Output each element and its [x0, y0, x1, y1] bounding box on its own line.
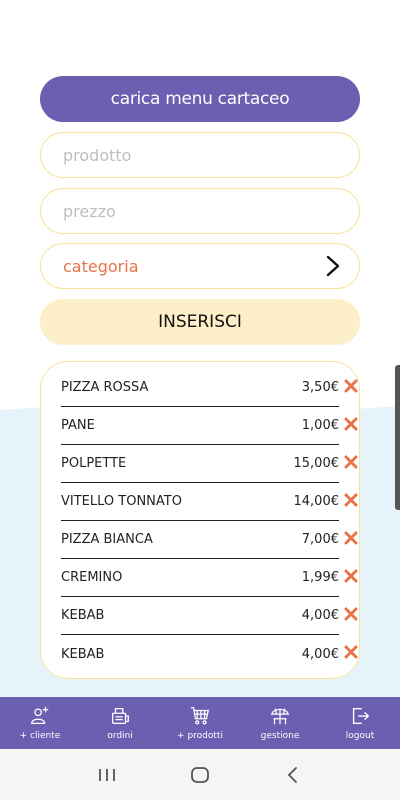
product-name-input[interactable]: prodotto: [40, 132, 360, 178]
item-name: PANE: [61, 418, 95, 433]
list-item: CREMINO 1,99€: [61, 559, 358, 597]
orders-icon: [112, 708, 129, 724]
item-price: 15,00€: [293, 456, 340, 471]
product-list: PIZZA ROSSA 3,50€ PANE 1,00€ POLPETTE 15…: [40, 361, 360, 679]
nav-label: + cliente: [19, 731, 61, 741]
item-price: 1,99€: [301, 570, 339, 585]
nav-item-management[interactable]: gestione: [240, 697, 320, 749]
nav-item-add-client[interactable]: + cliente: [0, 697, 80, 749]
home-icon[interactable]: [189, 764, 211, 786]
delete-icon[interactable]: [344, 645, 358, 659]
list-item: POLPETTE 15,00€: [61, 445, 358, 483]
delete-icon[interactable]: [344, 379, 358, 393]
category-label: categoria: [63, 256, 139, 276]
list-item: KEBAB 4,00€: [61, 597, 358, 635]
nav-label: logout: [345, 731, 375, 741]
item-price: 14,00€: [293, 494, 340, 509]
system-navigation-bar: [0, 749, 400, 800]
item-price: 7,00€: [301, 532, 339, 547]
item-price: 4,00€: [301, 646, 339, 662]
scroll-handle[interactable]: [395, 365, 400, 510]
list-item: KEBAB 4,00€: [61, 635, 358, 673]
price-input[interactable]: prezzo: [40, 188, 360, 234]
insert-button[interactable]: INSERISCI: [40, 299, 360, 345]
bottom-nav: + cliente ordini + prodotti gestione log…: [0, 697, 400, 749]
item-name: PIZZA BIANCA: [61, 532, 153, 547]
item-price: 3,50€: [301, 380, 339, 395]
logout-icon: [352, 707, 370, 725]
list-item: PIZZA BIANCA 7,00€: [61, 521, 358, 559]
delete-icon[interactable]: [344, 493, 358, 507]
item-name: KEBAB: [61, 608, 105, 623]
item-name: POLPETTE: [61, 456, 127, 471]
item-name: KEBAB: [61, 646, 105, 662]
item-name: VITELLO TONNATO: [61, 494, 182, 509]
nav-item-logout[interactable]: logout: [320, 697, 400, 749]
item-price: 4,00€: [301, 608, 339, 623]
list-item: VITELLO TONNATO 14,00€: [61, 483, 358, 521]
back-icon[interactable]: [282, 764, 304, 786]
item-price: 1,00€: [301, 418, 339, 433]
item-name: PIZZA ROSSA: [61, 380, 149, 395]
nav-label: + prodotti: [177, 731, 223, 741]
nav-label: ordini: [107, 731, 133, 741]
cart-icon: [190, 707, 210, 725]
nav-item-add-products[interactable]: + prodotti: [160, 697, 240, 749]
delete-icon[interactable]: [344, 417, 358, 431]
upload-paper-menu-button[interactable]: carica menu cartaceo: [40, 76, 360, 122]
add-user-icon: [31, 706, 49, 724]
recent-apps-icon[interactable]: [96, 764, 118, 786]
list-item: PANE 1,00€: [61, 407, 358, 445]
item-name: CREMINO: [61, 570, 123, 585]
nav-label: gestione: [260, 731, 300, 741]
delete-icon[interactable]: [344, 569, 358, 583]
delete-icon[interactable]: [344, 607, 358, 621]
nav-item-orders[interactable]: ordini: [80, 697, 160, 749]
chevron-right-icon: [326, 255, 340, 277]
table-umbrella-icon: [270, 708, 290, 725]
delete-icon[interactable]: [344, 531, 358, 545]
list-item: PIZZA ROSSA 3,50€: [61, 369, 358, 407]
delete-icon[interactable]: [344, 455, 358, 469]
category-select[interactable]: categoria: [40, 243, 360, 289]
